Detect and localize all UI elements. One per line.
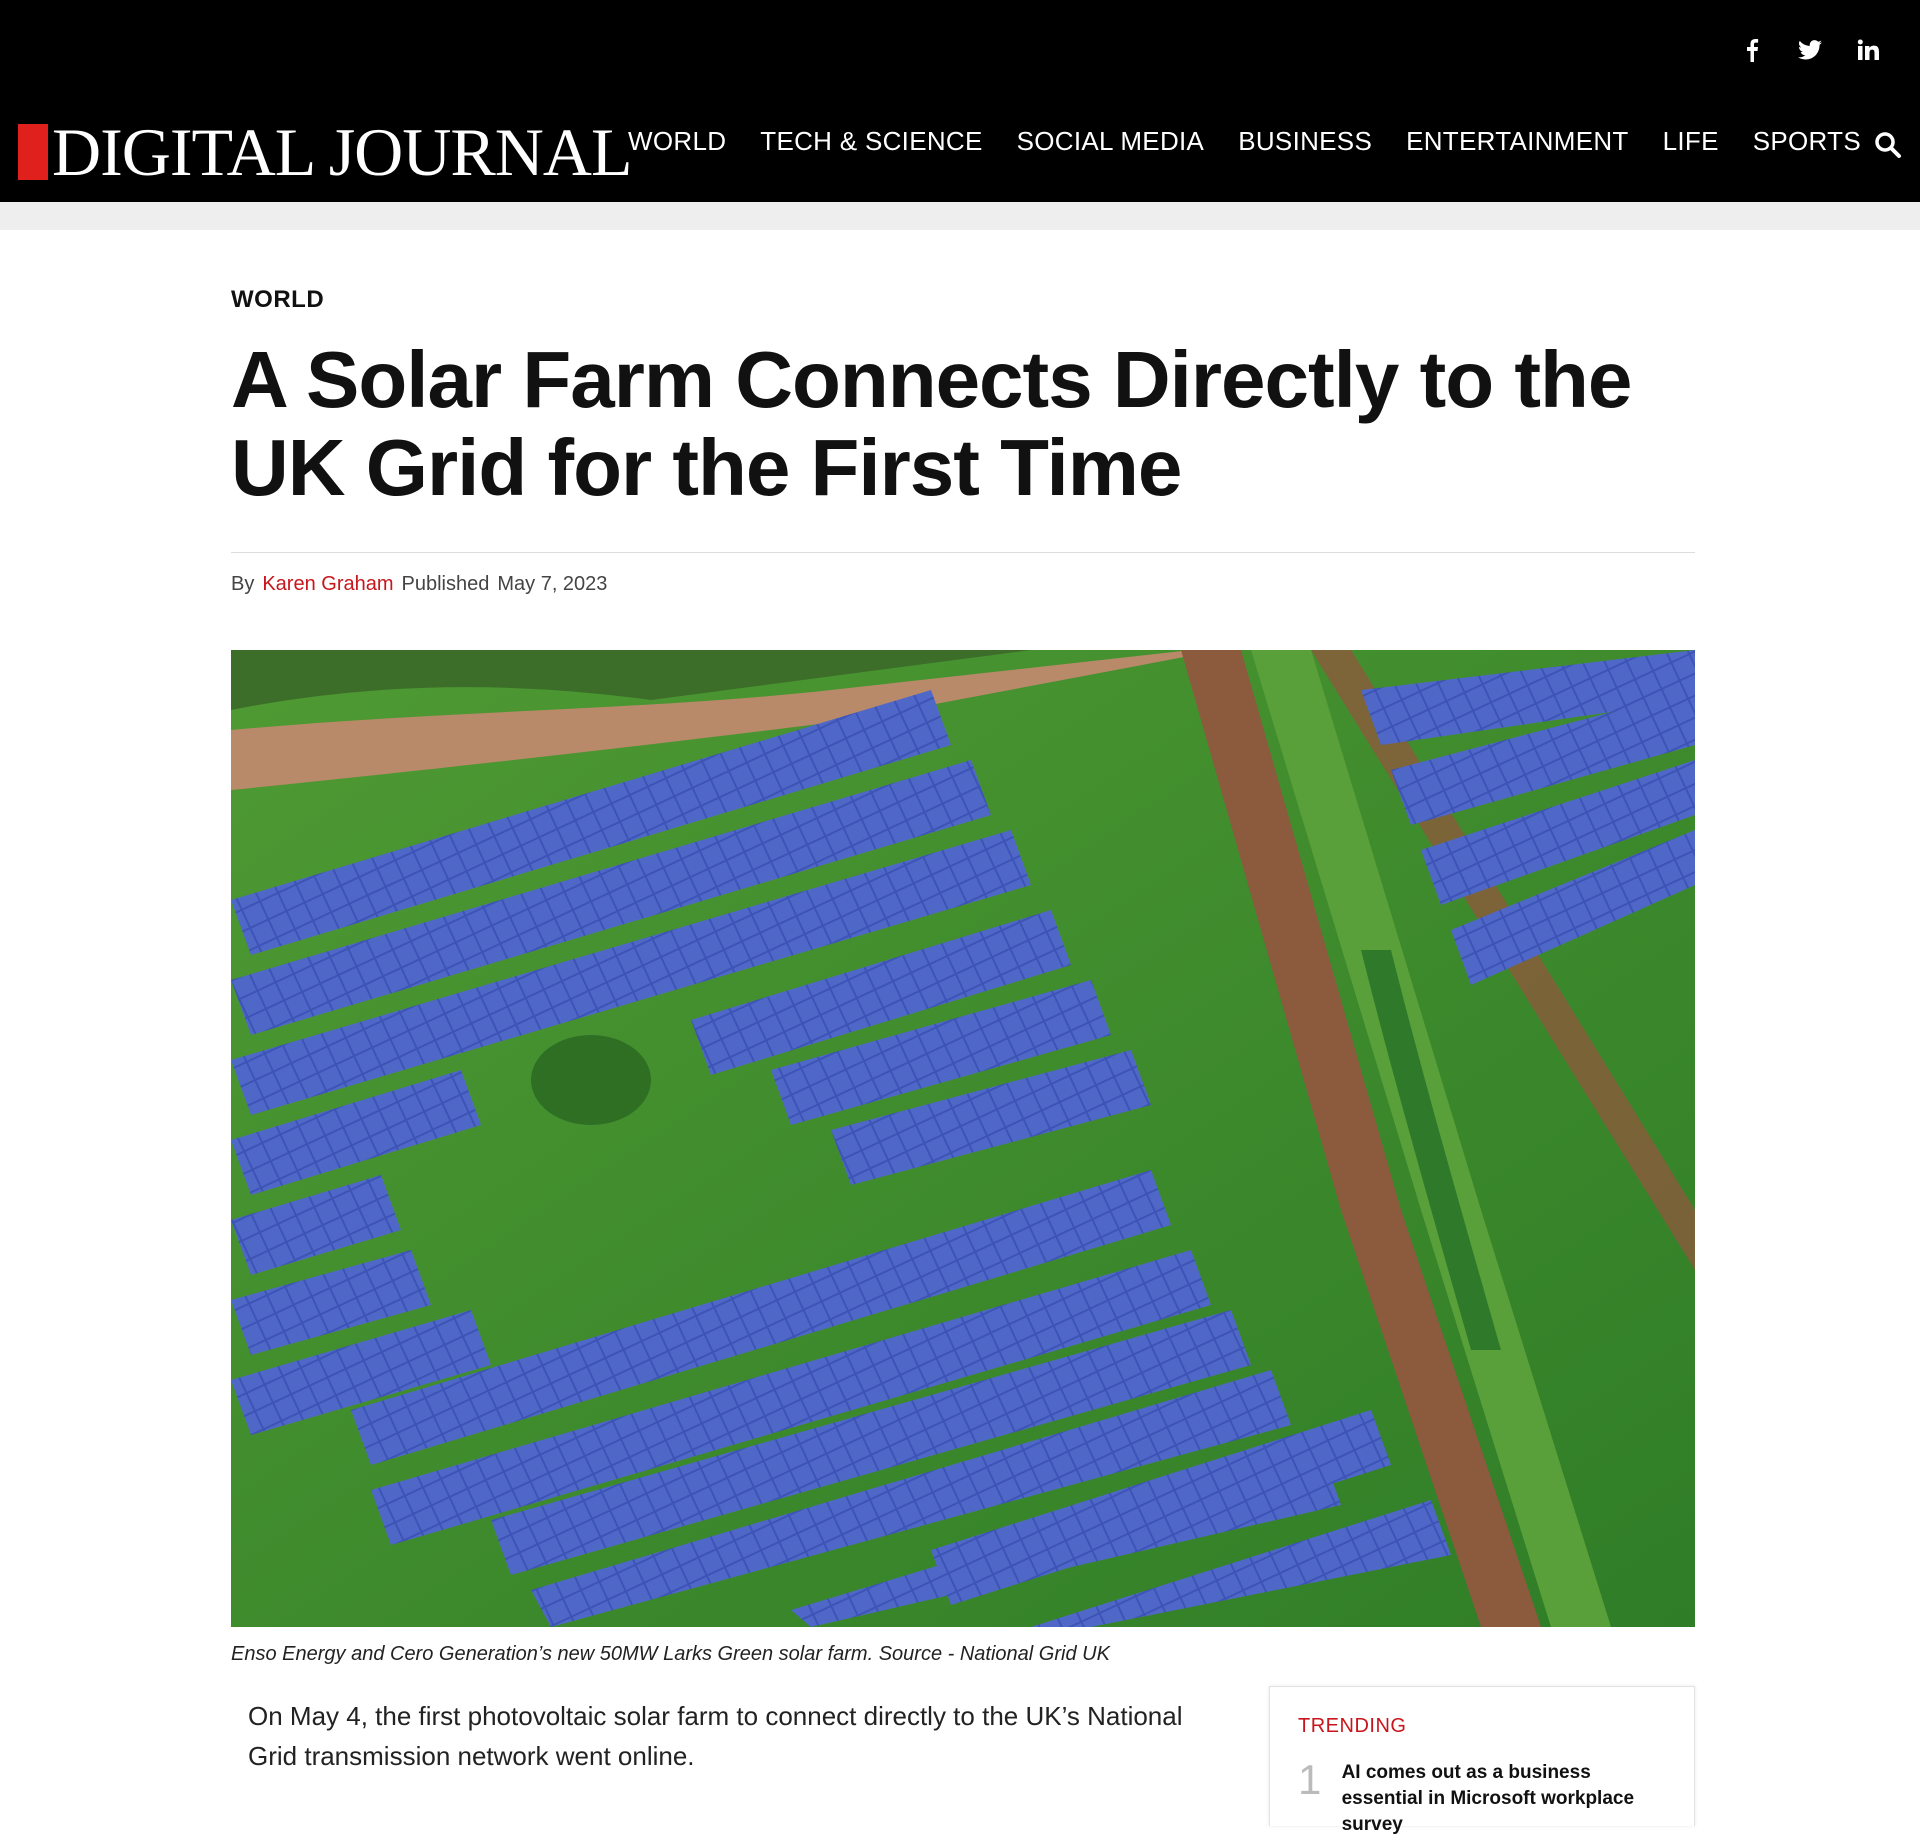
title-divider — [231, 552, 1695, 553]
nav-item-sports[interactable]: SPORTS — [1753, 126, 1861, 157]
nav-item-business[interactable]: BUSINESS — [1238, 126, 1372, 157]
hero-image — [231, 650, 1695, 1627]
by-label: By — [231, 573, 255, 595]
site-header: DIGITAL JOURNAL WORLD TECH & SCIENCE SOC… — [0, 0, 1920, 202]
nav-item-world[interactable]: WORLD — [628, 126, 726, 157]
nav-item-tech-science[interactable]: TECH & SCIENCE — [760, 126, 982, 157]
header-divider-strip — [0, 202, 1920, 230]
image-caption: Enso Energy and Cero Generation’s new 50… — [231, 1643, 1110, 1665]
nav-item-life[interactable]: LIFE — [1663, 126, 1719, 157]
trending-item[interactable]: 1 AI comes out as a business essential i… — [1298, 1756, 1666, 1838]
search-icon[interactable] — [1874, 131, 1902, 159]
published-label: Published — [401, 573, 490, 595]
solar-farm-aerial-image — [231, 650, 1695, 1627]
nav-item-entertainment[interactable]: ENTERTAINMENT — [1406, 126, 1629, 157]
main-nav: WORLD TECH & SCIENCE SOCIAL MEDIA BUSINE… — [628, 126, 1861, 157]
site-logo[interactable]: DIGITAL JOURNAL — [18, 114, 633, 190]
twitter-icon[interactable] — [1798, 38, 1822, 62]
article-lower-section: On May 4, the first photovoltaic solar f… — [231, 1686, 1695, 1835]
article-paragraph: On May 4, the first photovoltaic solar f… — [248, 1701, 1183, 1771]
nav-item-social-media[interactable]: SOCIAL MEDIA — [1017, 126, 1205, 157]
social-links — [1740, 38, 1880, 62]
article-title: A Solar Farm Connects Directly to the UK… — [231, 335, 1632, 512]
trending-widget: TRENDING 1 AI comes out as a business es… — [1269, 1686, 1695, 1835]
publish-date: May 7, 2023 — [497, 573, 608, 595]
author-link[interactable]: Karen Graham — [262, 573, 393, 596]
logo-text: DIGITAL JOURNAL — [52, 114, 633, 190]
facebook-icon[interactable] — [1740, 38, 1764, 62]
trending-rank: 1 — [1298, 1756, 1322, 1803]
article-container: WORLD A Solar Farm Connects Directly to … — [231, 230, 1695, 1835]
article-category[interactable]: WORLD — [231, 286, 1695, 314]
trending-label: TRENDING — [1298, 1715, 1407, 1737]
trending-title-link[interactable]: AI comes out as a business essential in … — [1342, 1760, 1666, 1838]
logo-red-bar — [18, 124, 48, 180]
linkedin-icon[interactable] — [1856, 38, 1880, 62]
byline: By Karen Graham Published May 7, 2023 — [231, 573, 1695, 596]
